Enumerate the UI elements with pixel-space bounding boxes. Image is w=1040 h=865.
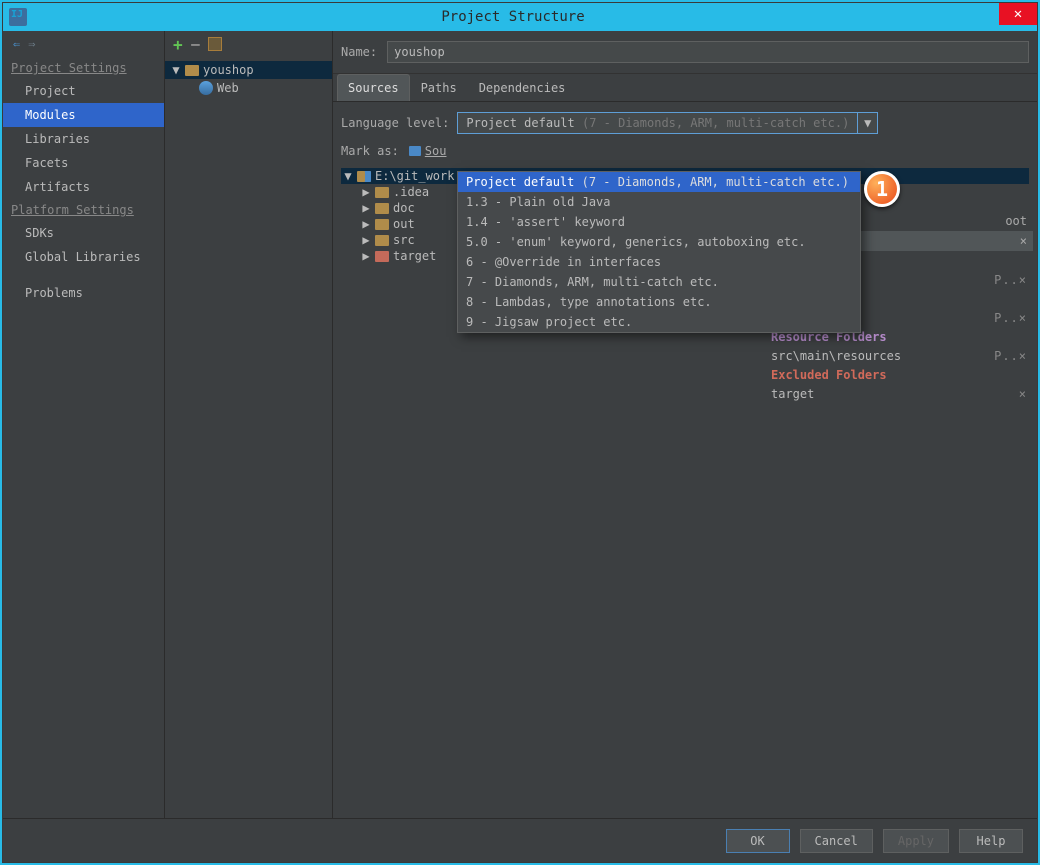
module-column: + − ▼ youshop Web [165,31,333,818]
forward-icon[interactable]: ⇒ [28,37,35,51]
sidebar-item-sdks[interactable]: SDKs [3,221,164,245]
folder-icon [375,203,389,214]
apply-button[interactable]: Apply [883,829,949,853]
folder-icon [375,219,389,230]
copy-icon[interactable] [208,37,222,51]
ok-button[interactable]: OK [726,829,790,853]
web-icon [199,81,213,95]
folder-line[interactable]: target× [765,385,1033,403]
module-row-youshop[interactable]: ▼ youshop [165,61,332,79]
sidebar-item-libraries[interactable]: Libraries [3,127,164,151]
mark-sources[interactable]: Sou [409,144,447,158]
app-icon [9,8,27,26]
dropdown-option[interactable]: 5.0 - 'enum' keyword, generics, autoboxi… [458,232,860,252]
sidebar-group-platform-settings: Platform Settings [3,199,164,221]
folder-line[interactable]: src\main\resourcesP..× [765,347,1033,365]
chevron-down-icon[interactable]: ▼ [857,113,877,133]
sidebar-item-artifacts[interactable]: Artifacts [3,175,164,199]
module-icon [185,65,199,76]
language-level-combo[interactable]: Project default (7 - Diamonds, ARM, mult… [457,112,878,134]
dropdown-option[interactable]: Project default (7 - Diamonds, ARM, mult… [458,172,860,192]
titlebar: Project Structure ✕ [3,3,1037,31]
dropdown-option[interactable]: 1.3 - Plain old Java [458,192,860,212]
sidebar-item-problems[interactable]: Problems [3,281,164,305]
folder-icon [375,235,389,246]
sidebar: ⇐ ⇒ Project Settings Project Modules Lib… [3,31,165,818]
name-label: Name: [341,45,377,59]
language-level-dropdown[interactable]: Project default (7 - Diamonds, ARM, mult… [457,171,861,333]
folder-icon [375,251,389,262]
folder-icon [357,171,371,182]
sidebar-item-project[interactable]: Project [3,79,164,103]
add-icon[interactable]: + [173,35,183,54]
help-button[interactable]: Help [959,829,1023,853]
tab-sources[interactable]: Sources [337,74,410,101]
expand-icon[interactable]: ▼ [343,169,353,183]
cancel-button[interactable]: Cancel [800,829,873,853]
callout-badge-1: 1 [864,171,900,207]
language-level-label: Language level: [341,116,449,130]
module-row-web[interactable]: Web [165,79,332,97]
back-icon[interactable]: ⇐ [13,37,20,51]
close-button[interactable]: ✕ [999,3,1037,25]
dropdown-option[interactable]: 7 - Diamonds, ARM, multi-catch etc. [458,272,860,292]
tab-paths[interactable]: Paths [410,74,468,101]
expand-icon[interactable]: ▼ [171,63,181,77]
sidebar-item-modules[interactable]: Modules [3,103,164,127]
window-title: Project Structure [27,9,999,25]
folder-icon [375,187,389,198]
sidebar-item-facets[interactable]: Facets [3,151,164,175]
dropdown-option[interactable]: 8 - Lambdas, type annotations etc. [458,292,860,312]
sidebar-group-project-settings: Project Settings [3,57,164,79]
dropdown-option[interactable]: 1.4 - 'assert' keyword [458,212,860,232]
excluded-folders-label: Excluded Folders [765,365,1033,385]
remove-icon[interactable]: − [191,35,201,54]
dialog-footer: OK Cancel Apply Help [3,818,1037,862]
dropdown-option[interactable]: 9 - Jigsaw project etc. [458,312,860,332]
tab-dependencies[interactable]: Dependencies [468,74,577,101]
mark-as-label: Mark as: [341,144,399,158]
name-input[interactable] [387,41,1029,63]
close-icon[interactable]: × [1020,234,1027,248]
main: Name: Sources Paths Dependencies Languag… [333,31,1037,818]
sidebar-item-global-libraries[interactable]: Global Libraries [3,245,164,269]
dropdown-option[interactable]: 6 - @Override in interfaces [458,252,860,272]
